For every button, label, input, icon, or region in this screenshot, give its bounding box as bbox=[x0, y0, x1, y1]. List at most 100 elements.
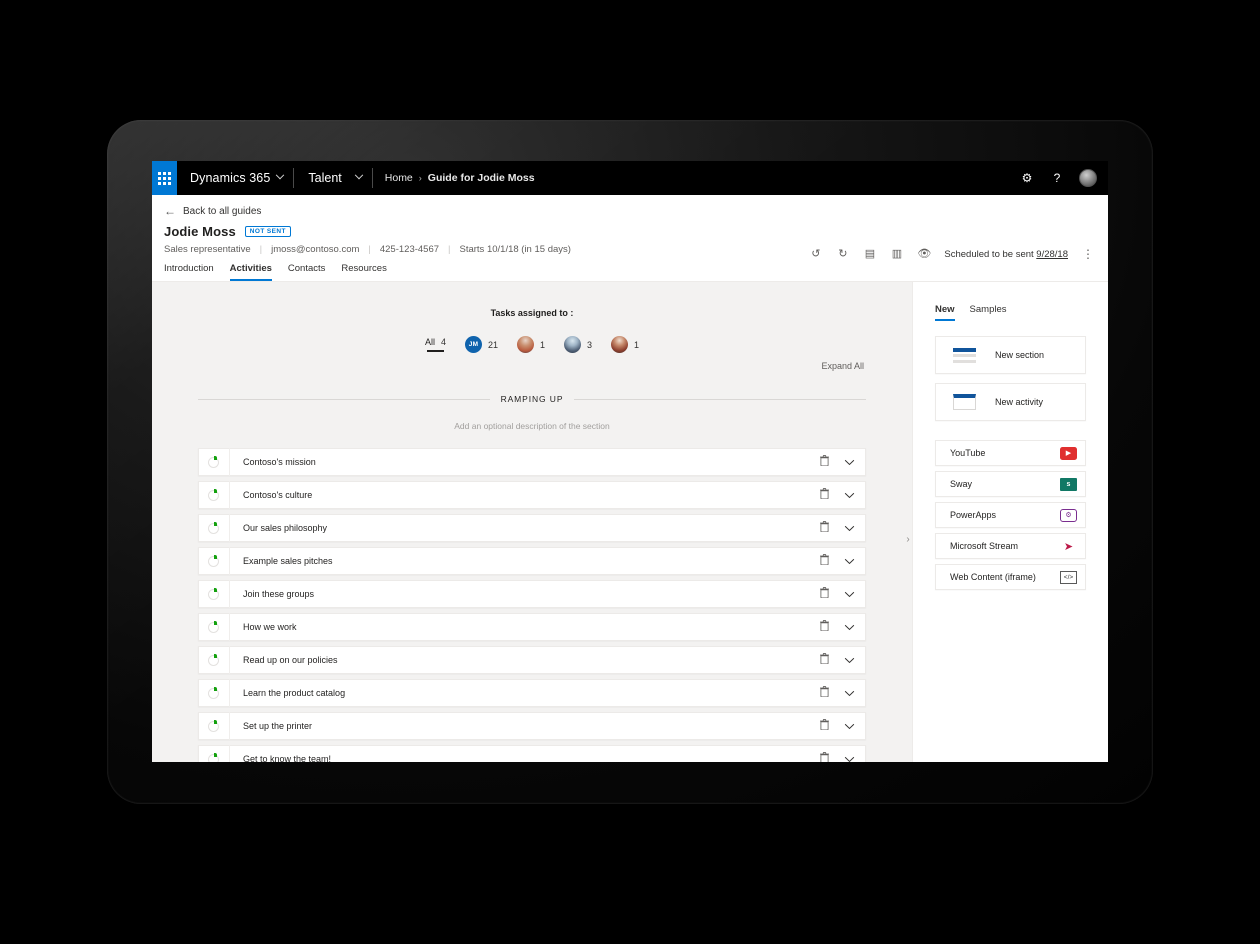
divider bbox=[229, 481, 230, 509]
filter-assignee-2[interactable]: 1 bbox=[517, 336, 545, 353]
suite-header-bar: Dynamics 365 Talent Home › Guide for Jod… bbox=[152, 161, 1108, 195]
table-row[interactable]: Read up on our policies bbox=[198, 646, 866, 674]
table-row[interactable]: How we work bbox=[198, 613, 866, 641]
app-launcher-icon[interactable] bbox=[152, 161, 177, 195]
chevron-down-icon[interactable] bbox=[844, 684, 855, 702]
meta-separator: | bbox=[368, 244, 370, 255]
activities-pane: Tasks assigned to : All 4 JM 21 1 bbox=[152, 282, 912, 762]
trash-icon[interactable] bbox=[820, 552, 829, 570]
gear-icon[interactable]: ⚙ bbox=[1019, 171, 1035, 185]
back-to-all-guides-link[interactable]: ← Back to all guides bbox=[164, 203, 1096, 224]
redo-icon[interactable]: ↻ bbox=[836, 249, 849, 260]
status-badge: NOT SENT bbox=[245, 226, 291, 237]
table-row[interactable]: Example sales pitches bbox=[198, 547, 866, 575]
undo-icon[interactable]: ↺ bbox=[809, 249, 822, 260]
filter-all[interactable]: All 4 bbox=[425, 337, 446, 352]
more-options-icon[interactable]: ⋮ bbox=[1082, 247, 1094, 261]
chevron-down-icon[interactable] bbox=[844, 750, 855, 762]
sway-label: Sway bbox=[950, 479, 972, 489]
table-row[interactable]: Set up the printer bbox=[198, 712, 866, 740]
trash-icon[interactable] bbox=[820, 519, 829, 537]
new-activity-button[interactable]: New activity bbox=[935, 383, 1086, 421]
chevron-down-icon[interactable] bbox=[844, 585, 855, 603]
chevron-down-icon[interactable] bbox=[844, 717, 855, 735]
filter-assignee-4[interactable]: 1 bbox=[611, 336, 639, 353]
table-row[interactable]: Learn the product catalog bbox=[198, 679, 866, 707]
trash-icon[interactable] bbox=[820, 618, 829, 636]
chevron-down-icon[interactable] bbox=[844, 618, 855, 636]
chevron-down-icon[interactable] bbox=[844, 519, 855, 537]
table-row[interactable]: Join these groups bbox=[198, 580, 866, 608]
filter-all-count: 4 bbox=[441, 337, 446, 347]
collapse-panel-chevron-right-icon[interactable]: › bbox=[901, 529, 915, 549]
filter-active-indicator bbox=[427, 350, 444, 352]
app-name-menu[interactable]: Talent bbox=[294, 171, 371, 185]
content-type-list: YouTube ▶ Sway s PowerApps ⚙ Microsoft S… bbox=[913, 440, 1108, 590]
tab-resources[interactable]: Resources bbox=[341, 263, 386, 281]
breadcrumb-home[interactable]: Home bbox=[385, 172, 413, 184]
spacer bbox=[913, 421, 1108, 440]
divider bbox=[229, 547, 230, 575]
avatar[interactable] bbox=[1079, 169, 1097, 187]
preview-eye-icon[interactable]: 👁 bbox=[917, 249, 930, 260]
filter-assignee-jm[interactable]: JM 21 bbox=[465, 336, 498, 353]
trash-icon[interactable] bbox=[820, 750, 829, 762]
app-name-label: Talent bbox=[308, 171, 341, 185]
table-row[interactable]: Contoso's culture bbox=[198, 481, 866, 509]
list-item-web-content[interactable]: Web Content (iframe) </> bbox=[935, 564, 1086, 590]
divider bbox=[229, 745, 230, 762]
filter-assignee-3[interactable]: 3 bbox=[564, 336, 592, 353]
chevron-down-icon[interactable] bbox=[844, 486, 855, 504]
expand-all-button[interactable]: Expand All bbox=[821, 361, 864, 371]
trash-icon[interactable] bbox=[820, 651, 829, 669]
chevron-down-icon bbox=[276, 171, 284, 179]
tab-contacts[interactable]: Contacts bbox=[288, 263, 326, 281]
progress-ring-icon bbox=[208, 622, 219, 633]
tab-samples[interactable]: Samples bbox=[970, 304, 1007, 321]
trash-icon[interactable] bbox=[820, 486, 829, 504]
section-header: RAMPING UP bbox=[198, 394, 866, 404]
save-as-template-icon[interactable]: ▥ bbox=[890, 249, 903, 260]
avatar bbox=[517, 336, 534, 353]
stream-icon: ➤ bbox=[1060, 540, 1077, 553]
list-item-sway[interactable]: Sway s bbox=[935, 471, 1086, 497]
chevron-down-icon[interactable] bbox=[844, 453, 855, 471]
panel-tab-strip: New Samples bbox=[913, 282, 1108, 321]
table-row[interactable]: Contoso's mission bbox=[198, 448, 866, 476]
schedule-date[interactable]: 9/28/18 bbox=[1036, 249, 1068, 260]
task-title: Example sales pitches bbox=[243, 556, 820, 566]
tab-activities[interactable]: Activities bbox=[230, 263, 272, 281]
list-item-microsoft-stream[interactable]: Microsoft Stream ➤ bbox=[935, 533, 1086, 559]
trash-icon[interactable] bbox=[820, 453, 829, 471]
table-row[interactable]: Get to know the team! bbox=[198, 745, 866, 762]
brand-menu[interactable]: Dynamics 365 bbox=[177, 161, 293, 195]
task-title: Get to know the team! bbox=[243, 754, 820, 762]
table-row[interactable]: Our sales philosophy bbox=[198, 514, 866, 542]
chevron-down-icon bbox=[355, 171, 363, 179]
sway-icon: s bbox=[1060, 478, 1077, 491]
save-icon[interactable]: ▤ bbox=[863, 249, 876, 260]
new-section-button[interactable]: New section bbox=[935, 336, 1086, 374]
chevron-down-icon[interactable] bbox=[844, 651, 855, 669]
assigned-to-label: Tasks assigned to : bbox=[152, 308, 912, 318]
microsoft-stream-label: Microsoft Stream bbox=[950, 541, 1018, 551]
help-icon[interactable]: ? bbox=[1049, 171, 1065, 185]
tab-introduction[interactable]: Introduction bbox=[164, 263, 214, 281]
avatar bbox=[564, 336, 581, 353]
list-item-youtube[interactable]: YouTube ▶ bbox=[935, 440, 1086, 466]
powerapps-icon: ⚙ bbox=[1060, 509, 1077, 522]
record-header: ← Back to all guides Jodie Moss NOT SENT… bbox=[152, 195, 1108, 255]
title-row: Jodie Moss NOT SENT bbox=[164, 224, 1096, 239]
trash-icon[interactable] bbox=[820, 585, 829, 603]
divider bbox=[229, 514, 230, 542]
section-description-input[interactable]: Add an optional description of the secti… bbox=[152, 421, 912, 431]
chevron-down-icon[interactable] bbox=[844, 552, 855, 570]
section-title[interactable]: RAMPING UP bbox=[501, 394, 564, 404]
new-section-label: New section bbox=[995, 350, 1044, 360]
list-item-powerapps[interactable]: PowerApps ⚙ bbox=[935, 502, 1086, 528]
task-title: Set up the printer bbox=[243, 721, 820, 731]
suite-actions: ⚙ ? bbox=[1019, 169, 1100, 187]
trash-icon[interactable] bbox=[820, 684, 829, 702]
trash-icon[interactable] bbox=[820, 717, 829, 735]
tab-new[interactable]: New bbox=[935, 304, 955, 321]
